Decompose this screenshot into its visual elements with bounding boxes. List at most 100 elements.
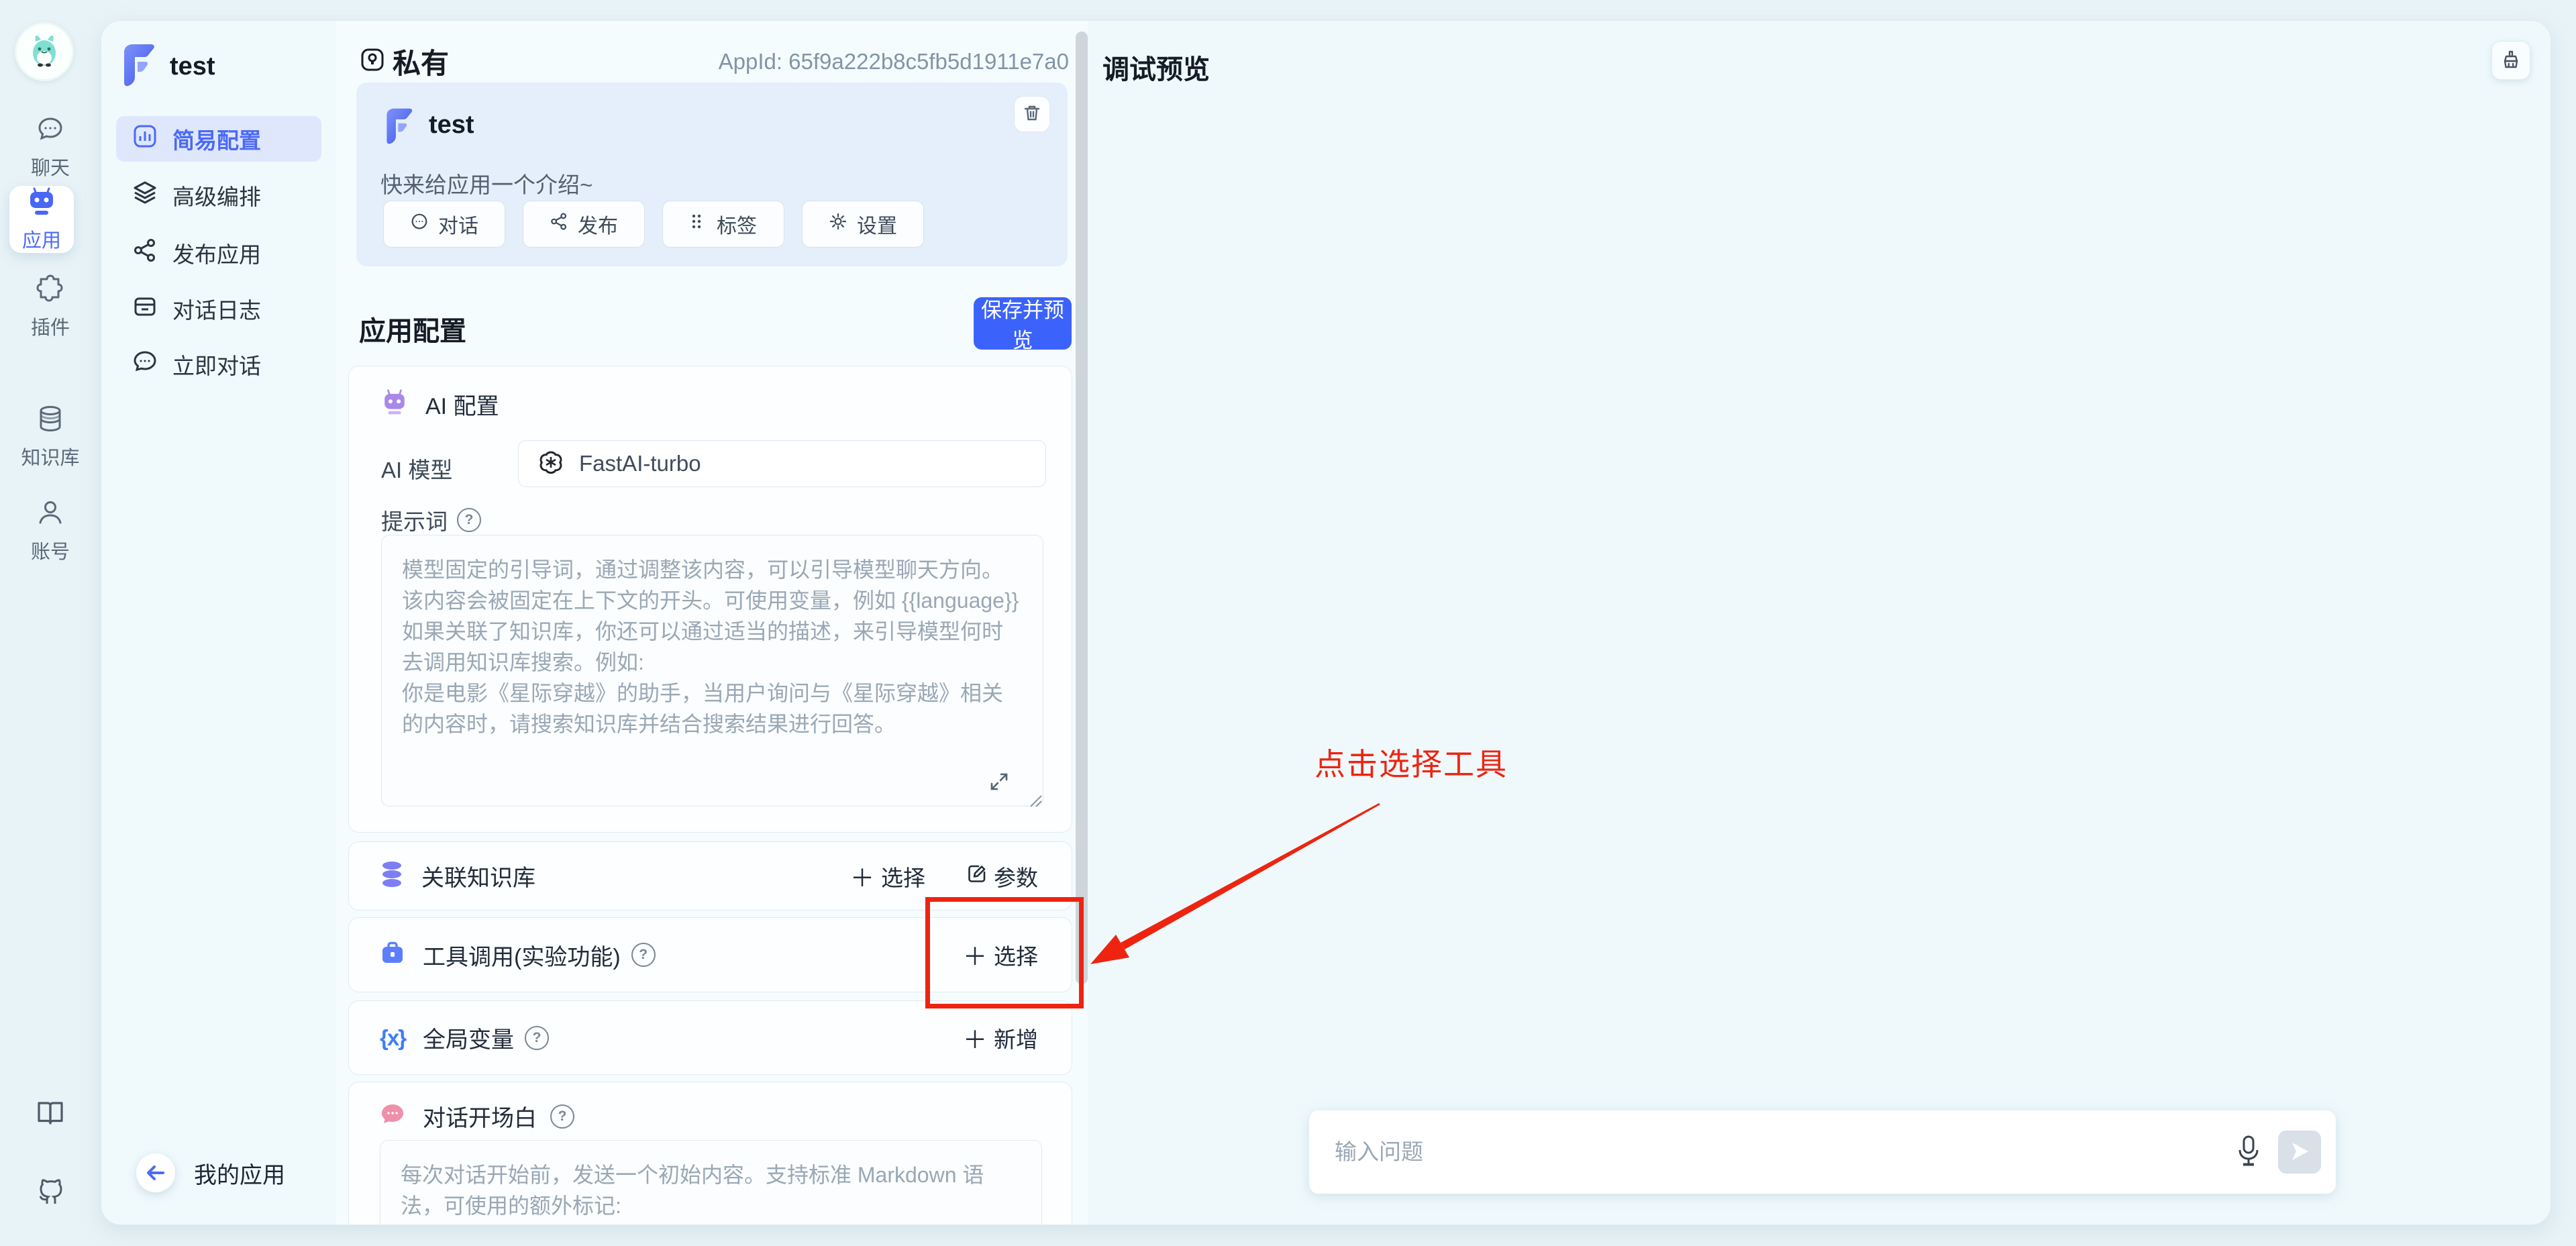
variable-icon: {x} — [380, 1025, 405, 1051]
log-icon — [132, 293, 158, 324]
left-rail: 聊天 应用 插件 — [0, 0, 101, 1246]
app-tags-button[interactable]: 标签 — [662, 201, 784, 248]
user-icon — [36, 498, 65, 531]
annotation-text: 点击选择工具 — [1315, 740, 1508, 784]
app-card-title: test — [429, 111, 474, 140]
rail-item-apps[interactable]: 应用 — [9, 186, 74, 253]
sidebar-item-publish-app[interactable]: 发布应用 — [116, 230, 321, 276]
app-root: 聊天 应用 插件 — [0, 0, 2576, 1246]
rail-label-chat: 聊天 — [31, 152, 70, 180]
expand-icon[interactable] — [988, 770, 1011, 796]
knowledge-base-title: 关联知识库 — [421, 860, 535, 892]
tools-select-button[interactable]: ＋ 选择 — [963, 937, 1038, 972]
docs-button[interactable] — [0, 1098, 101, 1132]
opening-chat-icon — [380, 1102, 405, 1131]
app-publish-button[interactable]: 发布 — [523, 201, 645, 248]
avatar-creature-icon — [25, 31, 64, 73]
app-id-text: AppId: 65f9a222b8c5fb5d1911e7a0 — [719, 49, 1069, 74]
model-provider-icon — [537, 449, 564, 479]
knowledge-base-row: 关联知识库 ＋ 选择 参数 — [348, 841, 1072, 911]
plus-icon: ＋ — [963, 937, 987, 972]
opening-remark-card: 对话开场白 ? — [348, 1082, 1072, 1225]
database-icon — [36, 404, 65, 437]
tools-title: 工具调用(实验功能) — [423, 939, 621, 972]
visibility-lock-icon — [359, 46, 386, 76]
opening-remark-textarea[interactable] — [380, 1140, 1042, 1225]
sidebar-item-simple-config[interactable]: 简易配置 — [116, 116, 321, 162]
kb-select-button[interactable]: ＋ 选择 — [850, 859, 925, 894]
simple-config-icon — [132, 123, 158, 154]
rail-item-account[interactable]: 账号 — [0, 498, 101, 564]
tag-grid-icon — [690, 213, 707, 236]
book-icon — [35, 1098, 66, 1132]
sidebar-item-label: 立即对话 — [172, 348, 261, 380]
app-settings-button[interactable]: 设置 — [802, 201, 924, 248]
rail-item-knowledge[interactable]: 知识库 — [0, 404, 101, 470]
briefcase-icon — [380, 941, 405, 970]
rail-label-account: 账号 — [31, 536, 70, 564]
user-avatar[interactable] — [15, 22, 74, 81]
github-icon — [34, 1176, 66, 1211]
trash-icon — [1023, 104, 1041, 125]
annotation-arrow — [1088, 779, 1410, 994]
kb-params-button[interactable]: 参数 — [967, 860, 1038, 892]
send-icon — [2289, 1141, 2310, 1163]
ai-config-card: AI 配置 AI 模型 FastAI-turbo 提示词 ? — [348, 366, 1072, 833]
rail-label-apps: 应用 — [22, 225, 61, 253]
model-value: FastAI-turbo — [579, 451, 701, 476]
prompt-textarea[interactable] — [381, 535, 1043, 807]
help-icon[interactable]: ? — [457, 508, 481, 532]
visibility-badge: 私有 — [359, 41, 449, 82]
chat-input-bar — [1309, 1110, 2336, 1194]
page-title: 应用配置 — [359, 309, 466, 348]
back-arrow-icon — [136, 1153, 175, 1192]
debug-preview-panel: 调试预览 点击选择工具 — [1088, 21, 2551, 1225]
back-to-my-apps[interactable]: 我的应用 — [136, 1153, 285, 1192]
share-icon — [132, 238, 158, 268]
mic-icon[interactable] — [2236, 1134, 2261, 1171]
model-select[interactable]: FastAI-turbo — [518, 440, 1046, 487]
app-description: 快来给应用一个介绍~ — [380, 167, 593, 199]
prompt-label: 提示词 — [381, 504, 448, 536]
layers-icon — [132, 180, 158, 211]
global-vars-row: {x} 全局变量 ? ＋ 新增 — [348, 1000, 1072, 1075]
help-icon[interactable]: ? — [550, 1104, 574, 1129]
main-panel: test 简易配置 — [101, 20, 2551, 1225]
vertical-scrollbar[interactable] — [1076, 32, 1088, 984]
opening-remark-title: 对话开场白 — [423, 1100, 537, 1133]
help-icon[interactable]: ? — [525, 1026, 549, 1050]
rail-item-plugins[interactable]: 插件 — [0, 274, 101, 340]
broom-icon — [2500, 49, 2522, 72]
sidebar-item-label: 简易配置 — [172, 123, 261, 155]
rail-label-knowledge: 知识库 — [21, 442, 79, 470]
plus-icon: ＋ — [850, 859, 874, 894]
resize-handle-icon[interactable] — [1028, 793, 1043, 811]
knowledge-db-icon — [380, 861, 404, 891]
chat-icon — [36, 114, 65, 147]
sidebar-app-name: test — [170, 52, 215, 81]
sidebar-item-advanced-orchestration[interactable]: 高级编排 — [116, 172, 321, 218]
github-button[interactable] — [0, 1176, 101, 1211]
config-column: 私有 AppId: 65f9a222b8c5fb5d1911e7a0 test — [336, 21, 1088, 1225]
sidebar-item-chat-now[interactable]: 立即对话 — [116, 342, 321, 387]
sidebar-item-label: 对话日志 — [172, 293, 261, 325]
global-vars-title: 全局变量 — [423, 1021, 514, 1054]
chat-now-icon — [132, 349, 158, 380]
robot-icon — [26, 187, 57, 221]
sidebar-item-chat-logs[interactable]: 对话日志 — [116, 286, 321, 331]
vars-add-button[interactable]: ＋ 新增 — [963, 1021, 1038, 1055]
share-icon — [550, 212, 568, 236]
back-label: 我的应用 — [194, 1157, 285, 1190]
model-label: AI 模型 — [381, 452, 452, 484]
save-and-preview-button[interactable]: 保存并预览 — [974, 297, 1072, 350]
edit-icon — [967, 864, 987, 889]
send-button[interactable] — [2278, 1131, 2321, 1174]
rail-label-plugins: 插件 — [31, 312, 70, 340]
question-input[interactable] — [1333, 1139, 2236, 1165]
rail-item-chat[interactable]: 聊天 — [0, 114, 101, 180]
clear-chat-button[interactable] — [2491, 41, 2530, 80]
app-chat-button[interactable]: 对话 — [383, 201, 505, 248]
help-icon[interactable]: ? — [631, 943, 656, 967]
delete-app-button[interactable] — [1014, 96, 1050, 132]
sidebar-item-label: 高级编排 — [172, 179, 261, 211]
